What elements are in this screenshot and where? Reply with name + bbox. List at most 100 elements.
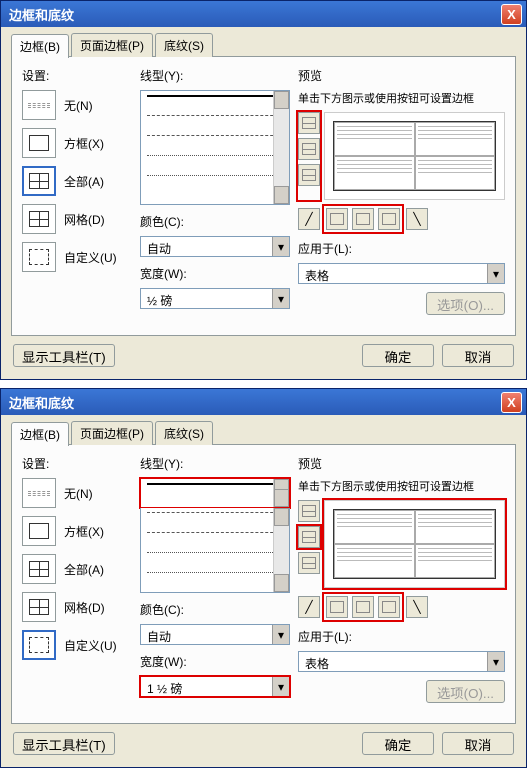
color-label: 颜色(C): bbox=[140, 213, 290, 230]
diag-button[interactable]: ╱ bbox=[298, 208, 320, 230]
none-icon[interactable] bbox=[22, 478, 56, 508]
border-toggle-button[interactable] bbox=[298, 526, 320, 548]
setting-option[interactable]: 自定义(U) bbox=[22, 242, 132, 272]
linestyle-list[interactable] bbox=[140, 90, 290, 205]
applyto-label: 应用于(L): bbox=[298, 628, 505, 645]
width-value: 1 ½ 磅 bbox=[141, 677, 272, 696]
width-combo[interactable]: 1 ½ 磅▾ bbox=[140, 676, 290, 697]
color-value: 自动 bbox=[141, 625, 272, 644]
color-combo[interactable]: 自动▾ bbox=[140, 624, 290, 645]
dropdown-arrow-icon[interactable]: ▾ bbox=[272, 677, 289, 696]
setting-label: 全部(A) bbox=[64, 173, 104, 190]
applyto-value: 表格 bbox=[299, 652, 487, 671]
preview-hint: 单击下方图示或使用按钮可设置边框 bbox=[298, 478, 505, 494]
border-toggle-button[interactable] bbox=[298, 500, 320, 522]
tab[interactable]: 边框(B) bbox=[11, 34, 69, 58]
setting-option[interactable]: 无(N) bbox=[22, 90, 132, 120]
ok-button[interactable]: 确定 bbox=[362, 732, 434, 755]
close-button[interactable]: X bbox=[501, 392, 522, 413]
settings-label: 设置: bbox=[22, 67, 132, 84]
setting-option[interactable]: 方框(X) bbox=[22, 128, 132, 158]
setting-label: 网格(D) bbox=[64, 599, 105, 616]
width-label: 宽度(W): bbox=[140, 265, 290, 282]
border-toggle-button[interactable] bbox=[378, 208, 400, 230]
setting-label: 方框(X) bbox=[64, 135, 104, 152]
setting-option[interactable]: 网格(D) bbox=[22, 204, 132, 234]
setting-label: 网格(D) bbox=[64, 211, 105, 228]
setting-label: 全部(A) bbox=[64, 561, 104, 578]
tab[interactable]: 底纹(S) bbox=[155, 33, 213, 57]
linestyle-list[interactable] bbox=[140, 478, 290, 508]
titlebar: 边框和底纹X bbox=[1, 1, 526, 27]
tab[interactable]: 页面边框(P) bbox=[71, 421, 153, 445]
preview-label: 预览 bbox=[298, 67, 505, 84]
diag-button[interactable]: ╱ bbox=[298, 596, 320, 618]
none-icon[interactable] bbox=[22, 90, 56, 120]
setting-option[interactable]: 方框(X) bbox=[22, 516, 132, 546]
dialog-title: 边框和底纹 bbox=[9, 5, 501, 24]
diag-button[interactable]: ╲ bbox=[406, 596, 428, 618]
scrollbar[interactable] bbox=[273, 508, 289, 592]
width-combo[interactable]: ½ 磅▾ bbox=[140, 288, 290, 309]
color-combo[interactable]: 自动▾ bbox=[140, 236, 290, 257]
settings-label: 设置: bbox=[22, 455, 132, 472]
setting-option[interactable]: 全部(A) bbox=[22, 166, 132, 196]
linestyle-label: 线型(Y): bbox=[140, 67, 290, 84]
close-button[interactable]: X bbox=[501, 4, 522, 25]
linestyle-list-rest[interactable] bbox=[140, 508, 290, 593]
custom-icon[interactable] bbox=[22, 242, 56, 272]
box-icon[interactable] bbox=[22, 128, 56, 158]
custom-icon[interactable] bbox=[22, 630, 56, 660]
border-toggle-button[interactable] bbox=[298, 138, 320, 160]
setting-option[interactable]: 全部(A) bbox=[22, 554, 132, 584]
dropdown-arrow-icon[interactable]: ▾ bbox=[272, 237, 289, 256]
options-button: 选项(O)... bbox=[426, 292, 505, 315]
titlebar: 边框和底纹X bbox=[1, 389, 526, 415]
applyto-combo[interactable]: 表格▾ bbox=[298, 263, 505, 284]
setting-option[interactable]: 无(N) bbox=[22, 478, 132, 508]
tab[interactable]: 页面边框(P) bbox=[71, 33, 153, 57]
border-toggle-button[interactable] bbox=[326, 596, 348, 618]
dropdown-arrow-icon[interactable]: ▾ bbox=[272, 625, 289, 644]
applyto-label: 应用于(L): bbox=[298, 240, 505, 257]
scrollbar[interactable] bbox=[273, 91, 289, 204]
preview-hint: 单击下方图示或使用按钮可设置边框 bbox=[298, 90, 505, 106]
scrollbar[interactable] bbox=[273, 479, 289, 507]
border-toggle-button[interactable] bbox=[298, 552, 320, 574]
grid-icon[interactable] bbox=[22, 592, 56, 622]
dropdown-arrow-icon[interactable]: ▾ bbox=[487, 652, 504, 671]
width-label: 宽度(W): bbox=[140, 653, 290, 670]
dropdown-arrow-icon[interactable]: ▾ bbox=[272, 289, 289, 308]
border-toggle-button[interactable] bbox=[352, 596, 374, 618]
border-toggle-button[interactable] bbox=[352, 208, 374, 230]
preview-box[interactable] bbox=[324, 500, 505, 588]
setting-option[interactable]: 自定义(U) bbox=[22, 630, 132, 660]
diag-button[interactable]: ╲ bbox=[406, 208, 428, 230]
ok-button[interactable]: 确定 bbox=[362, 344, 434, 367]
setting-label: 自定义(U) bbox=[64, 249, 117, 266]
border-toggle-button[interactable] bbox=[298, 164, 320, 186]
setting-label: 方框(X) bbox=[64, 523, 104, 540]
tab[interactable]: 边框(B) bbox=[11, 422, 69, 446]
preview-vbuttons bbox=[298, 500, 320, 588]
color-label: 颜色(C): bbox=[140, 601, 290, 618]
preview-box[interactable] bbox=[324, 112, 505, 200]
applyto-combo[interactable]: 表格▾ bbox=[298, 651, 505, 672]
width-value: ½ 磅 bbox=[141, 289, 272, 308]
border-toggle-button[interactable] bbox=[326, 208, 348, 230]
preview-vbuttons bbox=[298, 112, 320, 200]
border-toggle-button[interactable] bbox=[378, 596, 400, 618]
show-toolbar-button[interactable]: 显示工具栏(T) bbox=[13, 732, 115, 755]
show-toolbar-button[interactable]: 显示工具栏(T) bbox=[13, 344, 115, 367]
border-toggle-button[interactable] bbox=[298, 112, 320, 134]
box-icon[interactable] bbox=[22, 516, 56, 546]
color-value: 自动 bbox=[141, 237, 272, 256]
cancel-button[interactable]: 取消 bbox=[442, 732, 514, 755]
dropdown-arrow-icon[interactable]: ▾ bbox=[487, 264, 504, 283]
all-icon[interactable] bbox=[22, 554, 56, 584]
all-icon[interactable] bbox=[22, 166, 56, 196]
grid-icon[interactable] bbox=[22, 204, 56, 234]
cancel-button[interactable]: 取消 bbox=[442, 344, 514, 367]
tab[interactable]: 底纹(S) bbox=[155, 421, 213, 445]
setting-option[interactable]: 网格(D) bbox=[22, 592, 132, 622]
